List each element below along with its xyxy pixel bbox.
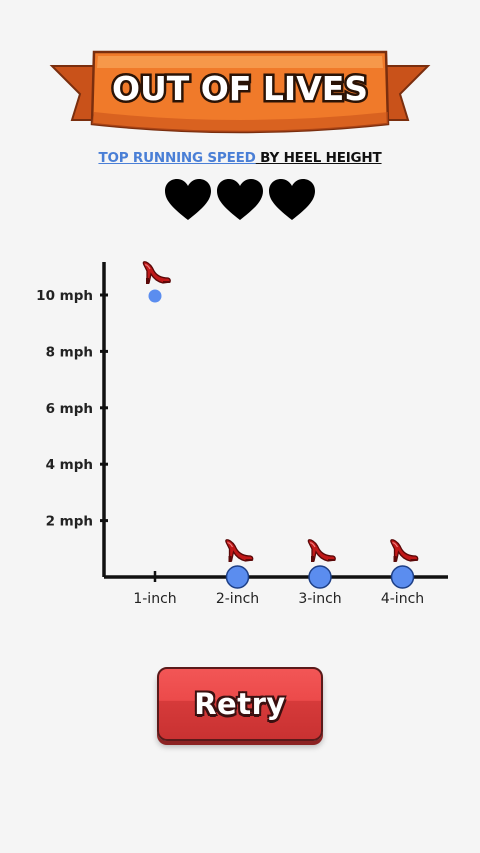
high-heel-icon: [307, 539, 336, 562]
retry-label: Retry: [194, 687, 286, 721]
heart-icon: [217, 179, 263, 220]
heart-icon: [269, 179, 315, 220]
heart-icon: [165, 179, 211, 220]
point-marker: [225, 565, 250, 589]
y-tick-label: 2 mph: [46, 514, 93, 530]
subtitle-rest: BY HEEL HEIGHT: [255, 150, 382, 166]
y-tick-label: 10 mph: [36, 288, 93, 304]
y-tick-label: 6 mph: [46, 401, 93, 417]
point-marker: [148, 289, 162, 303]
data-point: [225, 539, 254, 589]
high-heel-icon: [390, 539, 419, 562]
y-tick-label: 4 mph: [46, 457, 93, 473]
subtitle-highlight: TOP RUNNING SPEED: [98, 150, 256, 166]
x-tick-label: 1-inch: [133, 591, 176, 607]
chart-subtitle: TOP RUNNING SPEED BY HEEL HEIGHT: [0, 150, 480, 166]
data-point: [307, 539, 336, 589]
title-text: OUT OF LIVES: [112, 69, 368, 108]
y-tick-label: 8 mph: [46, 344, 93, 360]
high-heel-icon: [142, 261, 171, 284]
x-tick-label: 3-inch: [298, 591, 341, 607]
point-marker: [390, 565, 415, 589]
speed-chart: 2 mph 4 mph 6 mph 8 mph 10 mph 1-inch 2-inch 3-…: [36, 261, 448, 607]
point-marker: [308, 565, 332, 589]
x-tick-label: 2-inch: [216, 591, 259, 607]
data-point: [390, 539, 419, 589]
high-heel-icon: [225, 539, 254, 562]
data-point: [142, 261, 171, 303]
lives-hearts: [0, 178, 480, 222]
retry-button[interactable]: Retry: [157, 667, 323, 741]
x-tick-label: 4-inch: [381, 591, 424, 607]
title-banner: OUT OF LIVES: [49, 50, 431, 134]
